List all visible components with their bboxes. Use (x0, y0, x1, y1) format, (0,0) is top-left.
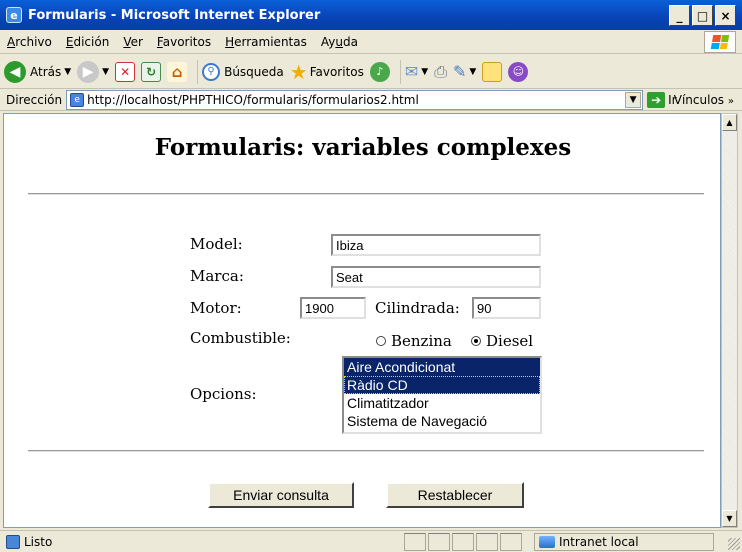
search-icon: ⚲ (202, 62, 221, 81)
favorites-label: Favoritos (309, 64, 364, 79)
address-bar: Dirección e http://localhost/PHPTHICO/fo… (0, 89, 742, 111)
menu-archivo[interactable]: Archivo (0, 35, 59, 49)
media-icon: ♪ (369, 61, 390, 82)
home-icon: ⌂ (167, 61, 188, 82)
go-arrow-icon: ➔ (647, 91, 666, 108)
menu-herramientas[interactable]: Herramientas (218, 35, 314, 49)
history-icon: ✉ (404, 62, 419, 81)
resize-grip[interactable] (728, 538, 740, 550)
option-sistema-navegacio[interactable]: Sistema de Navegació (344, 412, 540, 430)
radio-benzina[interactable]: Benzina (376, 332, 452, 350)
home-button[interactable]: ⌂ (167, 61, 188, 82)
status-text: Listo (24, 534, 53, 549)
edit-button[interactable]: ✎ ▼ (453, 62, 476, 81)
page-content: Formularis: variables complexes Model: I… (3, 113, 721, 528)
radio-benzina-circle[interactable] (376, 336, 386, 346)
minimize-button[interactable]: _ (669, 5, 690, 26)
page-icon: e (70, 92, 85, 107)
star-icon: ★ (289, 59, 308, 84)
address-input[interactable]: e http://localhost/PHPTHICO/formularis/f… (66, 89, 644, 110)
history-button[interactable]: ✉ ▼ (405, 62, 428, 81)
page-title: Formularis: variables complexes (154, 134, 572, 161)
radio-diesel-circle[interactable] (471, 336, 481, 346)
page-done-icon (6, 534, 20, 549)
address-label: Dirección (6, 92, 63, 107)
forward-button[interactable]: ▶ ▼ (77, 60, 109, 83)
radio-diesel[interactable]: Diesel (471, 332, 533, 350)
favorites-button[interactable]: ★ Favoritos (290, 60, 364, 84)
marca-input[interactable]: Seat (331, 266, 541, 288)
ie-icon: e (6, 7, 22, 23)
marca-label: Marca: (190, 267, 244, 285)
divider-bottom (28, 450, 704, 452)
folder-button[interactable] (482, 61, 503, 82)
toolbar: ◀ Atrás ▼ ▶ ▼ ✕ ↻ ⌂ ⚲ Búsqueda ★ Favorit… (0, 55, 742, 89)
menu-edicion[interactable]: Edición (59, 35, 116, 49)
combustible-label: Combustible: (190, 329, 291, 347)
zone-label: Intranet local (559, 535, 639, 549)
motor-label: Motor: (190, 299, 242, 317)
address-dropdown-icon[interactable]: ▼ (625, 91, 642, 108)
edit-dropdown-icon[interactable]: ▼ (469, 67, 476, 77)
go-button[interactable]: ➔ Ir (647, 91, 677, 108)
window-title: Formularis - Microsoft Internet Explorer (28, 7, 321, 23)
stop-icon: ✕ (115, 61, 136, 82)
divider-top (28, 193, 704, 195)
option-climatitzador[interactable]: Climatitzador (344, 394, 540, 412)
forward-arrow-icon: ▶ (77, 60, 100, 83)
security-zone: Intranet local (534, 533, 714, 551)
title-bar: e Formularis - Microsoft Internet Explor… (0, 0, 742, 30)
search-button[interactable]: ⚲ Búsqueda (202, 62, 284, 81)
scroll-up-button[interactable]: ▲ (722, 114, 737, 131)
folder-icon (482, 61, 503, 82)
options-listbox[interactable]: Aire Acondicionat Ràdio CD Climatitzador… (342, 356, 542, 434)
back-label: Atrás (30, 64, 62, 79)
address-url[interactable]: http://localhost/PHPTHICO/formularis/for… (87, 93, 419, 107)
submit-button[interactable]: Enviar consulta (208, 482, 354, 508)
intranet-icon (539, 536, 555, 548)
print-button[interactable]: ⎙ (434, 62, 447, 82)
motor-input[interactable]: 1900 (300, 297, 366, 319)
messenger-button[interactable]: ☺ (508, 61, 529, 82)
cilindrada-input[interactable]: 90 (472, 297, 541, 319)
refresh-icon: ↻ (141, 61, 162, 82)
status-cells (404, 533, 524, 551)
messenger-icon: ☺ (508, 61, 529, 82)
radio-diesel-label: Diesel (486, 332, 534, 350)
back-arrow-icon: ◀ (4, 60, 26, 83)
links-button[interactable]: Vínculos » (674, 93, 734, 107)
menu-ayuda[interactable]: Ayuda (314, 35, 365, 49)
radio-benzina-label: Benzina (391, 332, 452, 350)
maximize-button[interactable]: □ (692, 5, 713, 26)
stop-button[interactable]: ✕ (115, 61, 136, 82)
model-input[interactable]: Ibiza (331, 234, 541, 256)
search-label: Búsqueda (224, 64, 284, 79)
model-label: Model: (190, 235, 243, 253)
option-aire-acondicionat[interactable]: Aire Acondicionat (344, 358, 540, 376)
back-button[interactable]: ◀ Atrás ▼ (4, 60, 71, 83)
menu-bar: Archivo Edición Ver Favoritos Herramient… (0, 30, 742, 54)
vertical-scrollbar[interactable]: ▲ ▼ (721, 113, 738, 528)
cilindrada-label: Cilindrada: (375, 299, 460, 317)
refresh-button[interactable]: ↻ (141, 61, 162, 82)
forward-dropdown-icon[interactable]: ▼ (102, 67, 109, 77)
reset-button[interactable]: Restablecer (386, 482, 524, 508)
close-button[interactable]: × (715, 5, 736, 26)
menu-favoritos[interactable]: Favoritos (150, 35, 218, 49)
history-dropdown-icon[interactable]: ▼ (421, 67, 428, 77)
window-controls: _ □ × (669, 5, 736, 26)
status-bar: Listo Intranet local (0, 530, 742, 552)
option-radio-cd[interactable]: Ràdio CD (344, 376, 540, 394)
edit-icon: ✎ (453, 62, 467, 81)
scroll-down-button[interactable]: ▼ (722, 510, 737, 527)
menu-ver[interactable]: Ver (116, 35, 150, 49)
back-dropdown-icon[interactable]: ▼ (64, 67, 71, 77)
windows-logo-icon (704, 31, 736, 53)
print-icon: ⎙ (434, 61, 448, 81)
opcions-label: Opcions: (190, 385, 257, 403)
media-button[interactable]: ♪ (369, 61, 390, 82)
